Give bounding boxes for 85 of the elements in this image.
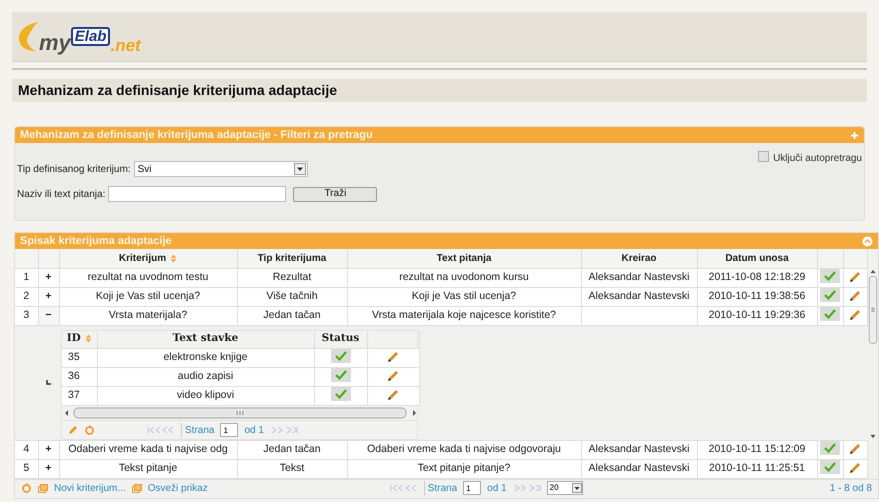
search-button[interactable]: Traži [293, 186, 378, 202]
expand-toggle[interactable]: − [38, 306, 59, 325]
table-cell: Text pitanje pitanje? [347, 460, 581, 478]
column-header[interactable]: Datum unosa [697, 249, 817, 268]
pager-forward-icon[interactable] [270, 426, 298, 434]
table-cell: Koji je Vas stil ucenja? [59, 287, 237, 306]
table-cell: Tekst pitanje [59, 460, 237, 478]
pencil-icon[interactable] [848, 308, 862, 322]
status-check-icon[interactable] [820, 441, 840, 456]
expand-toggle[interactable]: + [38, 268, 59, 287]
pager-forward-icon[interactable] [512, 484, 541, 492]
page-title: Mehanizam za definisanje kriterijuma adaptacije [18, 81, 337, 100]
table-cell: Aleksandar Nastevski [581, 460, 697, 478]
status-check-icon[interactable] [820, 460, 840, 474]
column-header[interactable]: Tip kriterijuma [237, 249, 347, 268]
type-select[interactable]: Svi [134, 161, 308, 177]
question-text-field[interactable] [108, 186, 286, 202]
row-number: 2 [15, 287, 38, 306]
pager-back-icon[interactable] [390, 484, 418, 492]
record-count: 1 - 8 od 8 [830, 482, 872, 496]
panel-title: Mehanizam za definisanje kriterijuma adaptacije - Filteri za pretragu [20, 128, 373, 143]
status-check-icon[interactable] [330, 368, 350, 382]
pager-label: Strana [181, 422, 214, 438]
checkbox-label: Uključi autopretragu [773, 152, 862, 166]
pencil-icon[interactable] [848, 442, 862, 456]
field-label: Naziv ili text pitanja: [17, 188, 106, 202]
table-cell: 2010-10-11 19:38:56 [697, 287, 817, 306]
table-cell: Vrsta materijala koje najcesce koristite? [347, 306, 581, 325]
row-number: 3 [15, 306, 38, 325]
refresh-icon[interactable] [21, 482, 32, 494]
auto-search-checkbox[interactable] [758, 151, 770, 162]
table-cell: Koji je Vas stil ucenja? [347, 287, 581, 306]
column-header[interactable]: Kriterijum [59, 249, 237, 268]
table-cell: Aleksandar Nastevski [581, 268, 697, 287]
dropdown-icon [572, 483, 582, 493]
pencil-icon[interactable] [386, 388, 400, 402]
page-field[interactable]: 1 [463, 481, 482, 495]
expand-toggle[interactable]: + [38, 460, 59, 478]
dropdown-icon [294, 163, 306, 175]
collapse-icon[interactable] [862, 236, 873, 246]
column-header[interactable]: Text pitanja [347, 249, 581, 268]
row-number: 1 [15, 268, 38, 287]
sort-icon [84, 334, 92, 344]
pencil-icon[interactable] [68, 425, 78, 435]
pencil-icon[interactable] [386, 350, 400, 364]
window-icon [38, 484, 48, 492]
table-cell: Više tačnih [237, 287, 347, 306]
table-cell: 37 [62, 386, 97, 406]
corner-icon [46, 380, 51, 386]
column-header[interactable]: Kreirao [581, 249, 697, 268]
status-check-icon[interactable] [820, 288, 840, 302]
swoosh-icon [18, 21, 38, 52]
pager-label: od 1 [487, 482, 507, 496]
table-cell: Aleksandar Nastevski [581, 287, 697, 306]
status-check-icon[interactable] [820, 306, 840, 321]
table-cell: 2010-10-11 11:25:51 [697, 460, 817, 478]
table-cell: Vrsta materijala? [59, 306, 237, 325]
pager-back-icon[interactable] [147, 426, 175, 434]
status-check-icon[interactable] [330, 349, 350, 364]
pencil-icon[interactable] [848, 288, 862, 303]
status-check-icon[interactable] [330, 387, 350, 402]
sort-icon [170, 254, 178, 263]
plus-icon[interactable] [850, 130, 859, 140]
table-cell: video klipovi [97, 386, 314, 406]
page-size-select[interactable]: 20 [546, 481, 583, 495]
table-cell: Tekst [237, 460, 347, 478]
pencil-icon[interactable] [848, 270, 862, 284]
table-cell: 2011-10-08 12:18:29 [697, 268, 817, 287]
pencil-icon[interactable] [848, 461, 862, 476]
table-cell: rezultat na uvodnom testu [59, 268, 237, 287]
pager-label: od 1 [244, 424, 264, 438]
row-number: 5 [15, 460, 38, 478]
panel-title: Spisak kriterijuma adaptacije [20, 234, 172, 249]
table-cell: Rezultat [237, 268, 347, 287]
table-cell: 2010-10-11 19:29:36 [697, 306, 817, 325]
pencil-icon[interactable] [386, 369, 400, 384]
refresh-icon[interactable] [84, 424, 95, 436]
status-check-icon[interactable] [820, 268, 840, 283]
field-label: Tip definisanog kriterijum: [17, 162, 131, 176]
window-icon [132, 484, 142, 492]
page-field[interactable]: 1 [220, 423, 238, 437]
pager-label: Strana [424, 480, 458, 496]
table-cell: rezultat na uvodonom kursu [347, 268, 581, 287]
table-cell: Jedan tačan [237, 306, 347, 325]
expand-toggle[interactable]: + [38, 287, 59, 306]
